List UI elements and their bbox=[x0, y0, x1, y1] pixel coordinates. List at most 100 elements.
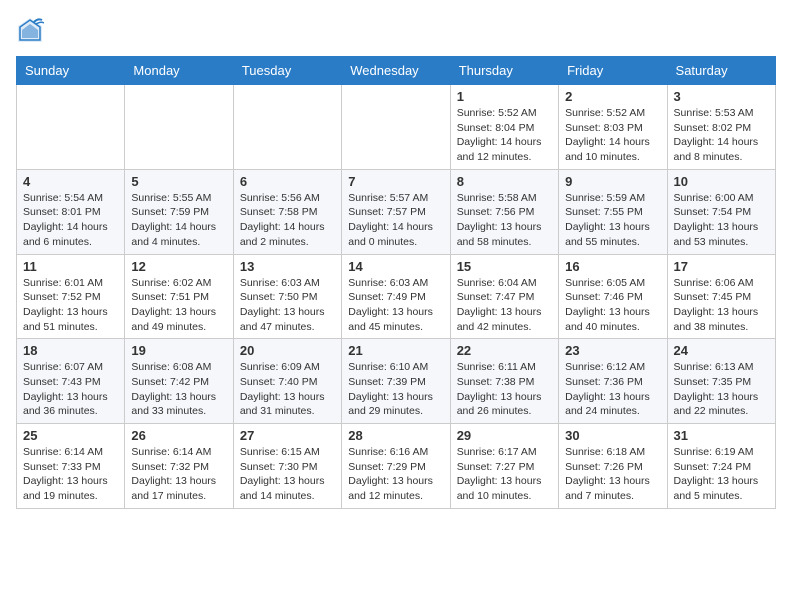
calendar-cell: 29 Sunrise: 6:17 AMSunset: 7:27 PMDayligh… bbox=[450, 424, 558, 509]
day-number: 26 bbox=[131, 428, 226, 443]
day-info: Sunrise: 5:55 AMSunset: 7:59 PMDaylight:… bbox=[131, 191, 226, 250]
calendar-cell: 8Sunrise: 5:58 AMSunset: 7:56 PMDaylight… bbox=[450, 169, 558, 254]
calendar-cell: 12Sunrise: 6:02 AMSunset: 7:51 PMDayligh… bbox=[125, 254, 233, 339]
calendar-cell: 2 Sunrise: 5:52 AMSunset: 8:03 PMDaylight… bbox=[559, 85, 667, 170]
calendar-cell bbox=[17, 85, 125, 170]
day-info: Sunrise: 6:03 AMSunset: 7:49 PMDaylight:… bbox=[348, 276, 443, 335]
calendar-cell: 11 Sunrise: 6:01 AMSunset: 7:52 PMDayligh… bbox=[17, 254, 125, 339]
day-info: Sunrise: 6:01 AMSunset: 7:52 PMDaylight:… bbox=[23, 276, 118, 335]
day-info: Sunrise: 6:16 AMSunset: 7:29 PMDaylight:… bbox=[348, 445, 443, 504]
day-info: Sunrise: 5:53 AMSunset: 8:02 PMDaylight:… bbox=[674, 106, 769, 165]
day-number: 25 bbox=[23, 428, 118, 443]
day-number: 1 bbox=[457, 89, 552, 104]
day-number: 11 bbox=[23, 259, 118, 274]
day-number: 18 bbox=[23, 343, 118, 358]
day-info: Sunrise: 6:14 AMSunset: 7:33 PMDaylight:… bbox=[23, 445, 118, 504]
day-info: Sunrise: 5:57 AMSunset: 7:57 PMDaylight:… bbox=[348, 191, 443, 250]
calendar-week-row: 11 Sunrise: 6:01 AMSunset: 7:52 PMDayligh… bbox=[17, 254, 776, 339]
calendar-cell: 24 Sunrise: 6:13 AMSunset: 7:35 PMDayligh… bbox=[667, 339, 775, 424]
weekday-header: Tuesday bbox=[233, 57, 341, 85]
calendar-cell: 10Sunrise: 6:00 AMSunset: 7:54 PMDayligh… bbox=[667, 169, 775, 254]
calendar-cell: 30 Sunrise: 6:18 AMSunset: 7:26 PMDayligh… bbox=[559, 424, 667, 509]
day-number: 30 bbox=[565, 428, 660, 443]
day-number: 20 bbox=[240, 343, 335, 358]
day-info: Sunrise: 6:06 AMSunset: 7:45 PMDaylight:… bbox=[674, 276, 769, 335]
day-info: Sunrise: 6:08 AMSunset: 7:42 PMDaylight:… bbox=[131, 360, 226, 419]
calendar-cell: 3Sunrise: 5:53 AMSunset: 8:02 PMDaylight… bbox=[667, 85, 775, 170]
calendar-header-row: SundayMondayTuesdayWednesdayThursdayFrid… bbox=[17, 57, 776, 85]
weekday-header: Saturday bbox=[667, 57, 775, 85]
calendar-cell: 1 Sunrise: 5:52 AMSunset: 8:04 PMDaylight… bbox=[450, 85, 558, 170]
day-info: Sunrise: 6:18 AMSunset: 7:26 PMDaylight:… bbox=[565, 445, 660, 504]
calendar-week-row: 18Sunrise: 6:07 AMSunset: 7:43 PMDayligh… bbox=[17, 339, 776, 424]
day-number: 27 bbox=[240, 428, 335, 443]
day-number: 10 bbox=[674, 174, 769, 189]
day-number: 22 bbox=[457, 343, 552, 358]
day-info: Sunrise: 6:09 AMSunset: 7:40 PMDaylight:… bbox=[240, 360, 335, 419]
day-info: Sunrise: 5:59 AMSunset: 7:55 PMDaylight:… bbox=[565, 191, 660, 250]
day-info: Sunrise: 6:17 AMSunset: 7:27 PMDaylight:… bbox=[457, 445, 552, 504]
calendar-cell: 22 Sunrise: 6:11 AMSunset: 7:38 PMDayligh… bbox=[450, 339, 558, 424]
day-number: 29 bbox=[457, 428, 552, 443]
day-number: 6 bbox=[240, 174, 335, 189]
day-info: Sunrise: 5:56 AMSunset: 7:58 PMDaylight:… bbox=[240, 191, 335, 250]
day-number: 17 bbox=[674, 259, 769, 274]
day-info: Sunrise: 6:05 AMSunset: 7:46 PMDaylight:… bbox=[565, 276, 660, 335]
calendar-cell: 13 Sunrise: 6:03 AMSunset: 7:50 PMDayligh… bbox=[233, 254, 341, 339]
logo-icon bbox=[16, 16, 44, 44]
day-info: Sunrise: 5:52 AMSunset: 8:04 PMDaylight:… bbox=[457, 106, 552, 165]
day-info: Sunrise: 5:52 AMSunset: 8:03 PMDaylight:… bbox=[565, 106, 660, 165]
calendar-cell: 5Sunrise: 5:55 AMSunset: 7:59 PMDaylight… bbox=[125, 169, 233, 254]
calendar-week-row: 25 Sunrise: 6:14 AMSunset: 7:33 PMDayligh… bbox=[17, 424, 776, 509]
day-number: 7 bbox=[348, 174, 443, 189]
calendar-cell: 19Sunrise: 6:08 AMSunset: 7:42 PMDayligh… bbox=[125, 339, 233, 424]
day-number: 13 bbox=[240, 259, 335, 274]
day-info: Sunrise: 6:12 AMSunset: 7:36 PMDaylight:… bbox=[565, 360, 660, 419]
calendar-table: SundayMondayTuesdayWednesdayThursdayFrid… bbox=[16, 56, 776, 509]
calendar-cell: 7 Sunrise: 5:57 AMSunset: 7:57 PMDaylight… bbox=[342, 169, 450, 254]
weekday-header: Wednesday bbox=[342, 57, 450, 85]
calendar-cell: 15 Sunrise: 6:04 AMSunset: 7:47 PMDayligh… bbox=[450, 254, 558, 339]
weekday-header: Monday bbox=[125, 57, 233, 85]
day-number: 24 bbox=[674, 343, 769, 358]
calendar-cell: 28 Sunrise: 6:16 AMSunset: 7:29 PMDayligh… bbox=[342, 424, 450, 509]
calendar-cell: 27Sunrise: 6:15 AMSunset: 7:30 PMDayligh… bbox=[233, 424, 341, 509]
calendar-cell: 17 Sunrise: 6:06 AMSunset: 7:45 PMDayligh… bbox=[667, 254, 775, 339]
logo bbox=[16, 16, 48, 44]
calendar-cell: 20 Sunrise: 6:09 AMSunset: 7:40 PMDayligh… bbox=[233, 339, 341, 424]
day-info: Sunrise: 6:04 AMSunset: 7:47 PMDaylight:… bbox=[457, 276, 552, 335]
day-info: Sunrise: 6:11 AMSunset: 7:38 PMDaylight:… bbox=[457, 360, 552, 419]
day-number: 23 bbox=[565, 343, 660, 358]
weekday-header: Sunday bbox=[17, 57, 125, 85]
calendar-cell: 18Sunrise: 6:07 AMSunset: 7:43 PMDayligh… bbox=[17, 339, 125, 424]
day-number: 14 bbox=[348, 259, 443, 274]
day-info: Sunrise: 5:58 AMSunset: 7:56 PMDaylight:… bbox=[457, 191, 552, 250]
calendar-week-row: 1 Sunrise: 5:52 AMSunset: 8:04 PMDaylight… bbox=[17, 85, 776, 170]
day-number: 31 bbox=[674, 428, 769, 443]
day-number: 4 bbox=[23, 174, 118, 189]
calendar-cell: 6 Sunrise: 5:56 AMSunset: 7:58 PMDaylight… bbox=[233, 169, 341, 254]
calendar-cell: 23 Sunrise: 6:12 AMSunset: 7:36 PMDayligh… bbox=[559, 339, 667, 424]
calendar-cell bbox=[342, 85, 450, 170]
day-info: Sunrise: 6:19 AMSunset: 7:24 PMDaylight:… bbox=[674, 445, 769, 504]
calendar-cell bbox=[125, 85, 233, 170]
calendar-cell: 25 Sunrise: 6:14 AMSunset: 7:33 PMDayligh… bbox=[17, 424, 125, 509]
calendar-cell: 21 Sunrise: 6:10 AMSunset: 7:39 PMDayligh… bbox=[342, 339, 450, 424]
day-number: 28 bbox=[348, 428, 443, 443]
day-info: Sunrise: 6:14 AMSunset: 7:32 PMDaylight:… bbox=[131, 445, 226, 504]
day-info: Sunrise: 6:13 AMSunset: 7:35 PMDaylight:… bbox=[674, 360, 769, 419]
day-number: 2 bbox=[565, 89, 660, 104]
calendar-cell: 31 Sunrise: 6:19 AMSunset: 7:24 PMDayligh… bbox=[667, 424, 775, 509]
calendar-cell: 4 Sunrise: 5:54 AMSunset: 8:01 PMDaylight… bbox=[17, 169, 125, 254]
day-info: Sunrise: 5:54 AMSunset: 8:01 PMDaylight:… bbox=[23, 191, 118, 250]
weekday-header: Thursday bbox=[450, 57, 558, 85]
day-number: 21 bbox=[348, 343, 443, 358]
calendar-week-row: 4 Sunrise: 5:54 AMSunset: 8:01 PMDaylight… bbox=[17, 169, 776, 254]
day-info: Sunrise: 6:03 AMSunset: 7:50 PMDaylight:… bbox=[240, 276, 335, 335]
day-number: 9 bbox=[565, 174, 660, 189]
calendar-cell: 9 Sunrise: 5:59 AMSunset: 7:55 PMDaylight… bbox=[559, 169, 667, 254]
day-info: Sunrise: 6:10 AMSunset: 7:39 PMDaylight:… bbox=[348, 360, 443, 419]
calendar-cell: 16Sunrise: 6:05 AMSunset: 7:46 PMDayligh… bbox=[559, 254, 667, 339]
day-number: 15 bbox=[457, 259, 552, 274]
day-info: Sunrise: 6:02 AMSunset: 7:51 PMDaylight:… bbox=[131, 276, 226, 335]
